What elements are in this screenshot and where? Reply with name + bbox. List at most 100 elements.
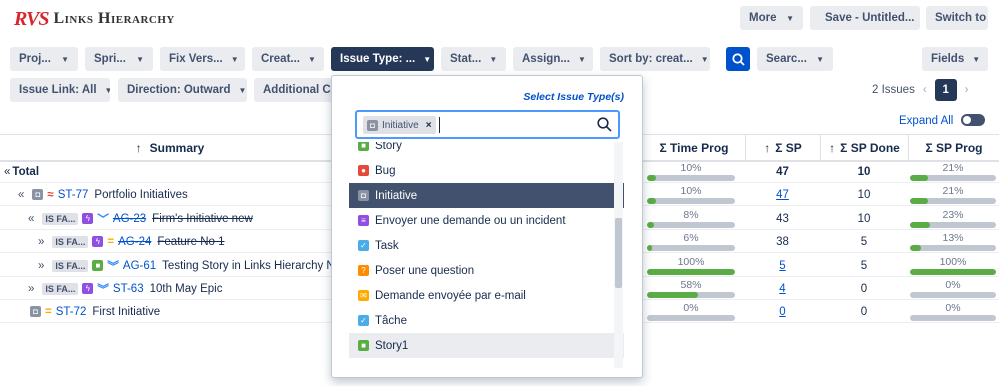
initiative-icon: ◘ (367, 119, 378, 131)
sp-cell: 47 (745, 160, 820, 183)
filter-fix-version[interactable]: Fix Vers... ▼ (160, 47, 245, 71)
time-progress-bar (647, 292, 735, 298)
issue-type-option[interactable]: ✓ Task (349, 233, 624, 258)
issue-key-link[interactable]: ST-72 (56, 306, 87, 318)
issue-type-option[interactable]: ■ Story1 (349, 333, 624, 358)
sort-by-button[interactable]: Sort by: creat... ▼ (600, 47, 710, 71)
sp-progress-bar (910, 175, 996, 181)
chevron-left-icon[interactable]: ‹ (923, 84, 927, 96)
column-sp[interactable]: ↑ Σ SP (745, 135, 820, 161)
column-label: Σ SP Prog (925, 141, 983, 155)
search-field-button[interactable]: Searc... ▼ (757, 47, 833, 71)
sp-link[interactable]: 0 (779, 306, 785, 318)
sp-cell: 43 (745, 207, 820, 230)
issue-key-link[interactable]: ST-63 (113, 283, 144, 295)
switch-to-button[interactable]: Switch to (926, 6, 988, 30)
issue-type-search-input[interactable]: ◘ Initiative × (355, 110, 620, 139)
initiative-icon: ◘ (358, 190, 369, 201)
chevron-down-icon: ▼ (423, 54, 432, 64)
sp-link[interactable]: 5 (779, 260, 785, 272)
chevron-right-icon[interactable]: › (965, 84, 969, 96)
more-button[interactable]: More ▼ (740, 6, 803, 30)
filter-assignee[interactable]: Assign... ▼ (513, 47, 593, 71)
additional-criteria-filter[interactable]: Additional Crit (254, 78, 332, 102)
sp-progress-bar (910, 245, 996, 251)
column-time-prog[interactable]: Σ Time Prog (642, 135, 745, 161)
fields-button[interactable]: Fields ▼ (922, 47, 988, 71)
search-button[interactable] (726, 47, 750, 71)
brand-mark: RVS (14, 7, 49, 30)
remove-chip-icon[interactable]: × (426, 120, 432, 131)
scrollbar-thumb[interactable] (615, 218, 622, 288)
column-sp-prog[interactable]: Σ SP Prog (908, 135, 999, 161)
issue-type-option[interactable]: ? Poser une question (349, 258, 624, 283)
sp-progress-bar (910, 292, 996, 298)
sp-cell: 0 (745, 300, 820, 323)
link-type-badge: IS FA... (52, 259, 89, 272)
issue-type-icon: ■ (92, 260, 104, 271)
issue-key-link[interactable]: AG-23 (113, 213, 146, 225)
direction-filter[interactable]: Direction: Outward ▼ (118, 78, 247, 102)
issue-link-filter[interactable]: Issue Link: All ▼ (10, 78, 110, 102)
expand-icon[interactable]: » (28, 283, 34, 295)
issue-key-link[interactable]: ST-77 (58, 189, 89, 201)
issue-type-option[interactable]: ■ Story (349, 142, 624, 158)
save-button[interactable]: Save - Untitled... (810, 6, 920, 30)
issue-type-icon: ◘ (30, 306, 41, 317)
email-icon: ✉ (358, 290, 369, 301)
priority-icon: ﹀ (97, 213, 109, 226)
summary-cell: « IS FA... ϟ ﹀ AG-23 Firm's Initiative new (28, 207, 253, 230)
save-label: Save - Untitled... (825, 12, 915, 24)
pagination: 2 Issues ‹ 1 › (872, 79, 969, 101)
issue-type-icon: ϟ (82, 213, 94, 224)
app-title: Links Hierarchy (53, 10, 175, 27)
options-list: ■ Story ● Bug ◘ Initiative ≡ Envoyer une demand… (332, 142, 642, 368)
option-label: Initiative (375, 189, 418, 202)
issue-summary: Firm's Initiative new (152, 212, 253, 225)
filter-issue-type[interactable]: Issue Type: ... ▼ (331, 47, 434, 71)
expand-icon[interactable]: » (38, 260, 44, 272)
column-sp-done[interactable]: ↑ Σ SP Done (820, 135, 908, 161)
summary-cell: » IS FA... ϟ = AG-24 Feature No 1 (38, 230, 225, 253)
page-number-button[interactable]: 1 (934, 79, 957, 101)
sp-done-cell: 5 (860, 259, 868, 272)
link-type-badge: IS FA... (52, 235, 89, 248)
sp-link[interactable]: 4 (779, 283, 785, 295)
priority-icon: ≈ (47, 188, 54, 201)
progress-fill (910, 222, 930, 228)
expand-all-toggle[interactable] (961, 114, 985, 126)
filter-label: Direction: Outward (127, 84, 231, 96)
issue-type-option[interactable]: ◘ Initiative (349, 183, 624, 208)
filter-status[interactable]: Stat... ▼ (441, 47, 506, 71)
question-icon: ? (358, 265, 369, 276)
expand-icon[interactable]: » (38, 236, 44, 248)
expand-all-link[interactable]: Expand All (899, 115, 953, 127)
sp-progress-label: 100% (939, 256, 967, 268)
collapse-icon[interactable]: « (28, 213, 34, 225)
filter-sprint[interactable]: Spri... ▼ (85, 47, 153, 71)
time-progress-bar (647, 315, 735, 321)
time-progress-bar (647, 269, 735, 275)
column-summary[interactable]: ↑ Summary (0, 135, 340, 161)
column-label: Summary (149, 141, 205, 155)
issue-key-link[interactable]: AG-24 (118, 236, 151, 248)
issue-type-option[interactable]: ✉ Demande envoyée par e-mail (349, 283, 624, 308)
issue-type-icon: ◘ (32, 189, 44, 200)
request-icon: ≡ (358, 215, 369, 226)
chevron-down-icon: ▼ (577, 54, 586, 64)
chevron-down-icon: ▼ (489, 54, 498, 64)
issue-type-option[interactable]: ● Bug (349, 158, 624, 183)
filter-created[interactable]: Creat... ▼ (252, 47, 324, 71)
scrollbar[interactable] (614, 142, 623, 368)
issue-type-option[interactable]: ≡ Envoyer une demande ou un incident (349, 208, 624, 233)
collapse-icon[interactable]: « (4, 166, 10, 178)
time-progress-bar (647, 175, 735, 181)
task-icon: ✓ (358, 315, 369, 326)
collapse-icon[interactable]: « (18, 189, 24, 201)
chevron-down-icon: ▼ (308, 54, 316, 64)
issue-key-link[interactable]: AG-61 (123, 260, 156, 272)
filter-project[interactable]: Proj... ▼ (10, 47, 78, 71)
issue-type-option[interactable]: ✓ Tâche (349, 308, 624, 333)
sp-link[interactable]: 47 (776, 189, 789, 201)
issue-summary: First Initiative (92, 305, 161, 318)
